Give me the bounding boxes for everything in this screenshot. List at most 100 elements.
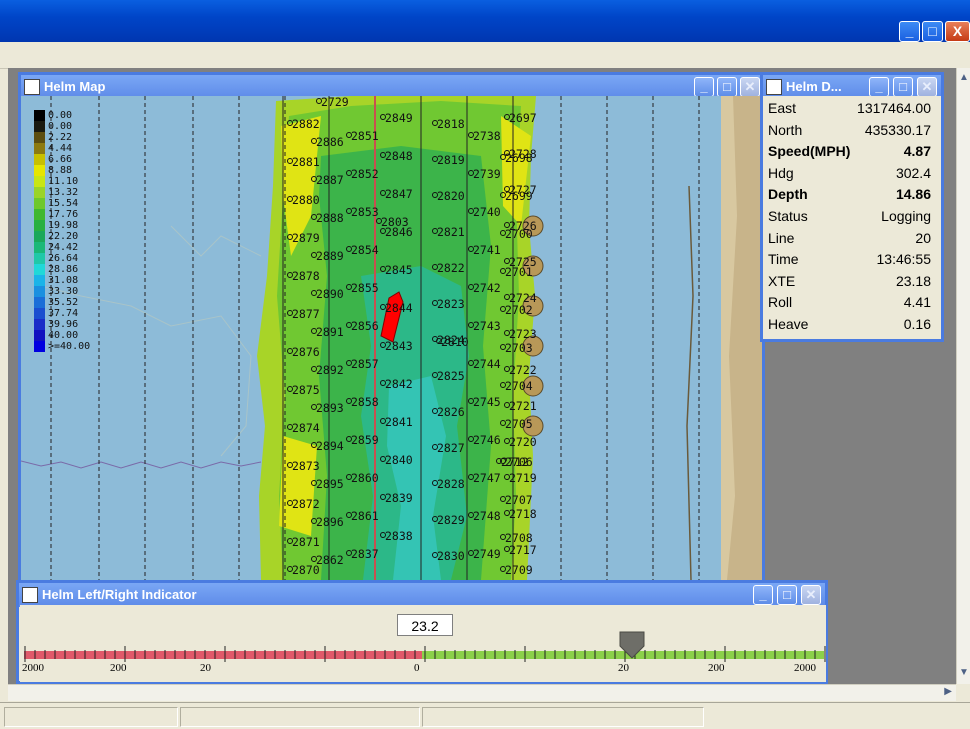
data-key: East xyxy=(768,100,797,116)
line-number-label: 2698 xyxy=(500,151,533,165)
line-number-label: 2857 xyxy=(346,357,379,371)
xte-value-box: 23.2 xyxy=(397,614,453,636)
line-number-label: 2705 xyxy=(500,417,533,431)
legend-label: 37.74 xyxy=(48,308,79,319)
line-number-label: 2874 xyxy=(287,421,320,435)
data-maximize-button[interactable]: □ xyxy=(893,77,913,97)
legend-swatch xyxy=(34,176,45,187)
line-number-label: 2862 xyxy=(311,553,344,567)
legend-item: 22.20 xyxy=(34,231,78,242)
line-number-label: 2828 xyxy=(432,477,465,491)
indicator-maximize-button[interactable]: □ xyxy=(777,585,797,605)
indicator-close-button[interactable]: ✕ xyxy=(801,585,821,605)
legend-label: >=40.00 xyxy=(48,341,91,352)
legend-label: 8.88 xyxy=(48,165,73,176)
legend-item: 15.54 xyxy=(34,198,78,209)
line-number-label: 2703 xyxy=(500,341,533,355)
app-icon xyxy=(766,79,782,95)
legend-label: 4.44 xyxy=(48,143,73,154)
legend-item: 33.30 xyxy=(34,286,78,297)
legend-item: >=40.00 xyxy=(34,341,90,352)
line-number-label: 2849 xyxy=(380,111,413,125)
line-number-label: 2748 xyxy=(468,509,501,523)
helm-map-canvas[interactable]: 0.00 0.00 2.22 4.44 6.66 8.88 11.10 13.32 15.54 1… xyxy=(21,96,762,580)
app-icon xyxy=(24,79,40,95)
line-number-label: 2718 xyxy=(504,507,537,521)
horizontal-scrollbar[interactable]: ▶ xyxy=(8,684,956,701)
legend-label: 28.86 xyxy=(48,264,79,275)
legend-label: 33.30 xyxy=(48,286,79,297)
line-number-label: 2888 xyxy=(311,211,344,225)
line-number-label: 2854 xyxy=(346,243,379,257)
line-number-label: 2701 xyxy=(500,265,533,279)
data-row-north: North 435330.17 xyxy=(763,120,935,141)
line-number-label: 2890 xyxy=(311,287,344,301)
legend-item: 40.00 xyxy=(34,330,78,341)
legend-swatch xyxy=(34,198,45,209)
scale-tick-label: 20 xyxy=(200,662,211,674)
legend-item: 24.42 xyxy=(34,242,78,253)
legend-label: 35.52 xyxy=(48,297,79,308)
data-value: 435330.17 xyxy=(864,121,931,138)
scroll-right-icon[interactable]: ▶ xyxy=(944,686,952,697)
main-minimize-button[interactable]: _ xyxy=(899,21,920,42)
legend-label: 13.32 xyxy=(48,187,79,198)
scroll-up-icon[interactable]: ▲ xyxy=(957,72,970,83)
data-key: Heave xyxy=(768,316,809,332)
line-number-label: 2744 xyxy=(468,357,501,371)
data-value: Logging xyxy=(881,208,931,224)
data-row-speed-mph: Speed(MPH) 4.87 xyxy=(763,141,935,162)
legend-item: 26.64 xyxy=(34,253,78,264)
data-row-roll: Roll 4.41 xyxy=(763,292,935,313)
legend-swatch xyxy=(34,330,45,341)
line-number-label: 2856 xyxy=(346,319,379,333)
vertical-scrollbar[interactable]: ▲ ▼ xyxy=(956,68,970,684)
line-number-label: 2739 xyxy=(468,167,501,181)
indicator-minimize-button[interactable]: _ xyxy=(753,585,773,605)
line-number-label: 2707 xyxy=(500,493,533,507)
line-number-label: 2741 xyxy=(468,243,501,257)
legend-label: 31.08 xyxy=(48,275,79,286)
line-number-label: 2875 xyxy=(287,383,320,397)
legend-swatch xyxy=(34,110,45,121)
scroll-down-icon[interactable]: ▼ xyxy=(957,667,970,678)
legend-swatch xyxy=(34,264,45,275)
scale-tick-label: 2000 xyxy=(22,662,44,674)
app-icon xyxy=(22,587,38,603)
line-number-label: 2853 xyxy=(346,205,379,219)
legend-swatch xyxy=(34,132,45,143)
main-close-button[interactable]: X xyxy=(945,21,970,42)
line-number-label: 2747 xyxy=(468,471,501,485)
line-number-label: 2830 xyxy=(432,549,465,563)
data-row-time: Time 13:46:55 xyxy=(763,249,935,270)
line-number-label: 2745 xyxy=(468,395,501,409)
data-minimize-button[interactable]: _ xyxy=(869,77,889,97)
status-pane-3 xyxy=(422,707,704,727)
legend-item: 19.98 xyxy=(34,220,78,231)
data-key: XTE xyxy=(768,272,796,289)
legend-swatch xyxy=(34,187,45,198)
line-number-label: 2819 xyxy=(432,153,465,167)
line-number-label: 2881 xyxy=(287,155,320,169)
legend-swatch xyxy=(34,286,45,297)
data-value: 4.41 xyxy=(903,294,931,311)
line-number-label: 2879 xyxy=(287,231,320,245)
legend-item: 4.44 xyxy=(34,143,72,154)
line-number-label: 2722 xyxy=(504,363,537,377)
line-number-label: 2891 xyxy=(311,325,344,339)
line-number-label: 2844 xyxy=(380,301,413,315)
data-value: 302.4 xyxy=(895,164,931,181)
map-minimize-button[interactable]: _ xyxy=(694,77,714,97)
indicator-title-bar[interactable]: Helm Left/Right Indicator _ □ ✕ xyxy=(19,583,825,607)
legend-label: 2.22 xyxy=(48,132,73,143)
line-number-label: 2887 xyxy=(311,173,344,187)
map-close-button[interactable]: ✕ xyxy=(740,77,760,97)
map-maximize-button[interactable]: □ xyxy=(717,77,737,97)
data-row-xte: XTE 23.18 xyxy=(763,271,935,292)
data-close-button[interactable]: ✕ xyxy=(917,77,937,97)
map-graphic xyxy=(21,96,762,580)
data-key: Hdg xyxy=(768,164,794,181)
main-maximize-button[interactable]: □ xyxy=(922,21,943,42)
legend-swatch xyxy=(34,231,45,242)
line-number-label: 2699 xyxy=(500,189,533,203)
